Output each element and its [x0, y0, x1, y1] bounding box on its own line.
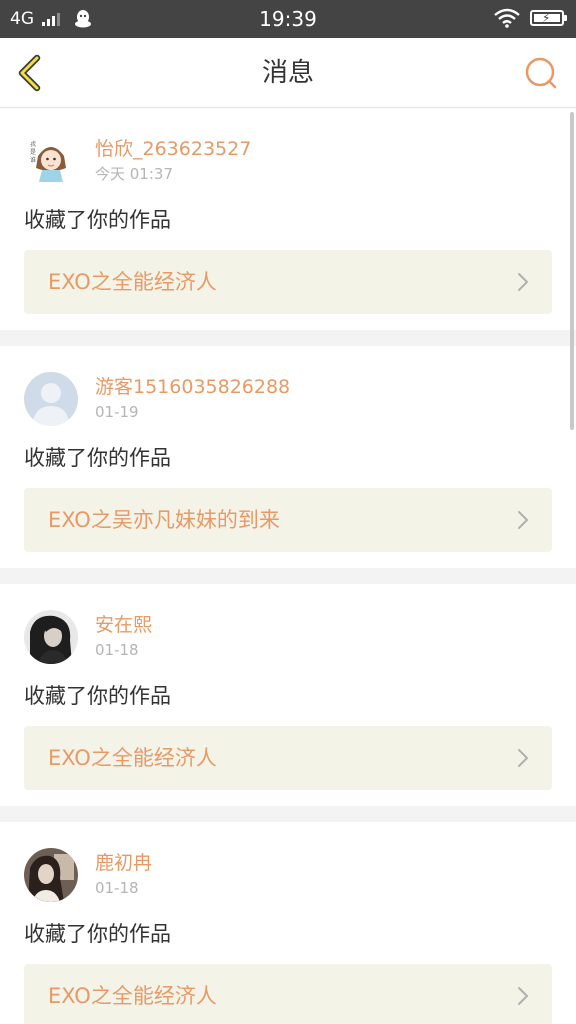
search-icon	[525, 57, 557, 89]
wifi-icon	[494, 8, 520, 28]
message-item[interactable]: 鹿初冉 01-18 收藏了你的作品 EXO之全能经济人	[0, 822, 576, 1024]
avatar[interactable]	[24, 610, 78, 664]
work-title: EXO之全能经济人	[48, 984, 217, 1008]
status-time: 19:39	[259, 7, 317, 31]
avatar[interactable]	[24, 372, 78, 426]
header-bar: 消息	[0, 38, 576, 108]
scrollbar[interactable]	[570, 112, 574, 430]
timestamp: 01-18	[95, 879, 139, 897]
status-bar: 4G 19:39 ⚡	[0, 0, 576, 38]
svg-text:是: 是	[30, 149, 36, 156]
work-title: EXO之吴亦凡妹妹的到来	[48, 508, 280, 532]
action-text: 收藏了你的作品	[24, 446, 171, 470]
message-item[interactable]: 安在熙 01-18 收藏了你的作品 EXO之全能经济人	[0, 584, 576, 806]
username[interactable]: 安在熙	[95, 612, 152, 638]
message-list: 我 是 谁 怡欣_263623527 今天 01:37 收藏了你的作品 EXO之…	[0, 108, 576, 1024]
avatar[interactable]	[24, 848, 78, 902]
work-link[interactable]: EXO之全能经济人	[24, 964, 552, 1024]
work-title: EXO之全能经济人	[48, 746, 217, 770]
status-right: ⚡	[494, 8, 567, 28]
svg-text:我: 我	[30, 140, 36, 148]
username[interactable]: 怡欣_263623527	[95, 136, 251, 162]
chevron-right-icon	[518, 511, 528, 529]
default-guest-avatar-icon	[24, 372, 78, 426]
svg-text:谁: 谁	[30, 156, 36, 164]
page-title: 消息	[261, 58, 314, 88]
timestamp: 今天 01:37	[95, 165, 173, 183]
action-text: 收藏了你的作品	[24, 684, 171, 708]
work-link[interactable]: EXO之全能经济人	[24, 250, 552, 314]
work-title: EXO之全能经济人	[48, 270, 217, 294]
search-button[interactable]	[520, 52, 562, 94]
timestamp: 01-19	[95, 403, 139, 421]
work-link[interactable]: EXO之全能经济人	[24, 726, 552, 790]
timestamp: 01-18	[95, 641, 139, 659]
username[interactable]: 游客1516035826288	[95, 374, 290, 400]
battery-icon: ⚡	[530, 10, 567, 26]
action-text: 收藏了你的作品	[24, 922, 171, 946]
chevron-right-icon	[518, 273, 528, 291]
message-item[interactable]: 我 是 谁 怡欣_263623527 今天 01:37 收藏了你的作品 EXO之…	[0, 108, 576, 330]
chevron-right-icon	[518, 749, 528, 767]
chevron-right-icon	[518, 987, 528, 1005]
message-item[interactable]: 游客1516035826288 01-19 收藏了你的作品 EXO之吴亦凡妹妹的…	[0, 346, 576, 568]
photo-avatar-icon	[24, 848, 78, 902]
cartoon-girl-avatar-icon: 我 是 谁	[24, 134, 78, 188]
action-text: 收藏了你的作品	[24, 208, 171, 232]
username[interactable]: 鹿初冉	[95, 850, 152, 876]
work-link[interactable]: EXO之吴亦凡妹妹的到来	[24, 488, 552, 552]
photo-avatar-icon	[24, 610, 78, 664]
avatar[interactable]: 我 是 谁	[24, 134, 78, 188]
